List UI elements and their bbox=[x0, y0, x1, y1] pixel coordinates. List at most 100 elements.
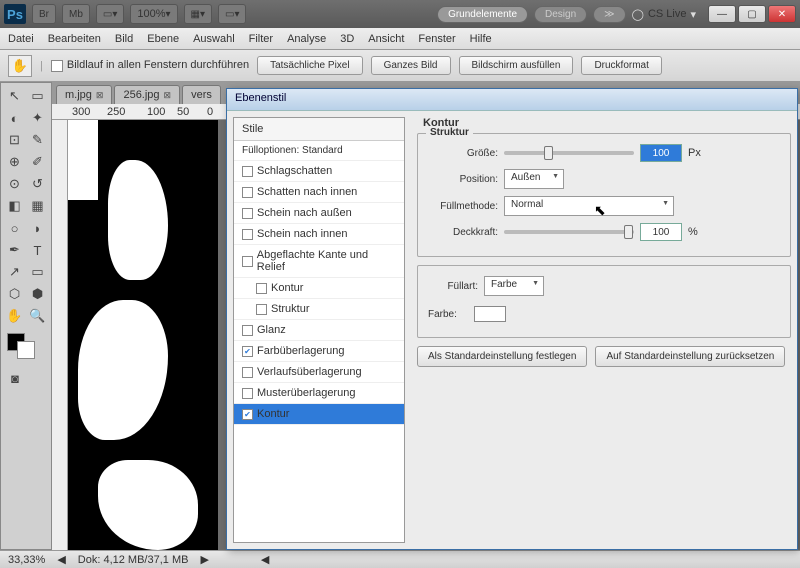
struktur-legend: Struktur bbox=[426, 127, 473, 138]
type-tool[interactable]: T bbox=[26, 239, 49, 261]
toolbox: ↖▭ ◐✦ ⊡✎ ⊕✐ ⊙↺ ◧▦ ○◗ ✒T ↗▭ ⬡⬢ ✋🔍 ◙ bbox=[0, 82, 52, 550]
stamp-tool[interactable]: ⊙ bbox=[3, 173, 26, 195]
fillart-label: Füllart: bbox=[428, 281, 478, 292]
menu-bearbeiten[interactable]: Bearbeiten bbox=[48, 33, 101, 45]
status-bar: 33,33% ◀ Dok: 4,12 MB/37,1 MB ▶ ◀ bbox=[0, 550, 800, 568]
dodge-tool[interactable]: ◗ bbox=[26, 217, 49, 239]
fillmode-dropdown[interactable]: Normal bbox=[504, 196, 674, 216]
style-item[interactable]: Schlagschatten bbox=[234, 161, 404, 182]
style-item[interactable]: Verlaufsüberlagerung bbox=[234, 362, 404, 383]
view-mode-button[interactable]: ▭▾ bbox=[96, 4, 124, 24]
menu-auswahl[interactable]: Auswahl bbox=[193, 33, 235, 45]
app-logo: Ps bbox=[4, 4, 26, 24]
zoom-level[interactable]: 100% ▾ bbox=[130, 4, 177, 24]
status-doc: Dok: 4,12 MB/37,1 MB bbox=[78, 554, 189, 566]
style-item-selected[interactable]: ✔Kontur bbox=[234, 404, 404, 425]
minimize-button[interactable]: — bbox=[708, 5, 736, 23]
menu-3d[interactable]: 3D bbox=[340, 33, 354, 45]
size-slider[interactable] bbox=[504, 151, 634, 155]
tab-3[interactable]: vers bbox=[182, 85, 221, 104]
history-brush-tool[interactable]: ↺ bbox=[26, 173, 49, 195]
shape-tool[interactable]: ▭ bbox=[26, 261, 49, 283]
arrange-button[interactable]: ▦▾ bbox=[184, 4, 212, 24]
position-label: Position: bbox=[428, 174, 498, 185]
menu-ebene[interactable]: Ebene bbox=[147, 33, 179, 45]
fillart-dropdown[interactable]: Farbe bbox=[484, 276, 544, 296]
close-button[interactable]: ✕ bbox=[768, 5, 796, 23]
maximize-button[interactable]: ▢ bbox=[738, 5, 766, 23]
wand-tool[interactable]: ✦ bbox=[26, 107, 49, 129]
style-sub-item[interactable]: Struktur bbox=[234, 299, 404, 320]
br-button[interactable]: Br bbox=[32, 4, 56, 24]
size-unit: Px bbox=[688, 147, 701, 159]
style-list-header[interactable]: Stile bbox=[234, 118, 404, 141]
3d-tool[interactable]: ⬡ bbox=[3, 283, 26, 305]
style-item[interactable]: Schein nach außen bbox=[234, 203, 404, 224]
marquee-tool[interactable]: ▭ bbox=[26, 85, 49, 107]
workspace-more[interactable]: ≫ bbox=[593, 6, 625, 23]
cs-live[interactable]: ◯ CS Live ▾ bbox=[632, 8, 696, 21]
actual-pixels-button[interactable]: Tatsächliche Pixel bbox=[257, 56, 362, 75]
screen-mode-button[interactable]: ▭▾ bbox=[218, 4, 246, 24]
status-arrow-icon[interactable]: ▶ bbox=[200, 553, 208, 566]
style-item[interactable]: ✔Farbüberlagerung bbox=[234, 341, 404, 362]
fill-screen-button[interactable]: Bildschirm ausfüllen bbox=[459, 56, 574, 75]
crop-tool[interactable]: ⊡ bbox=[3, 129, 26, 151]
tab-1[interactable]: m.jpg⊠ bbox=[56, 85, 112, 104]
print-size-button[interactable]: Druckformat bbox=[581, 56, 661, 75]
scroll-left2-icon[interactable]: ◀ bbox=[261, 553, 269, 566]
fill-options-item[interactable]: Fülloptionen: Standard bbox=[234, 141, 404, 161]
style-item[interactable]: Musterüberlagerung bbox=[234, 383, 404, 404]
color-well[interactable] bbox=[474, 306, 506, 322]
blur-tool[interactable]: ○ bbox=[3, 217, 26, 239]
gradient-tool[interactable]: ▦ bbox=[26, 195, 49, 217]
style-sub-item[interactable]: Kontur bbox=[234, 278, 404, 299]
workspace-grundelemente[interactable]: Grundelemente bbox=[437, 6, 528, 23]
pen-tool[interactable]: ✒ bbox=[3, 239, 26, 261]
menu-bar: Datei Bearbeiten Bild Ebene Auswahl Filt… bbox=[0, 28, 800, 50]
eyedropper-tool[interactable]: ✎ bbox=[26, 129, 49, 151]
scroll-left-icon[interactable]: ◀ bbox=[57, 553, 65, 566]
style-item[interactable]: Glanz bbox=[234, 320, 404, 341]
workspace-design[interactable]: Design bbox=[534, 6, 587, 23]
menu-filter[interactable]: Filter bbox=[249, 33, 273, 45]
hand-tool[interactable]: ✋ bbox=[3, 305, 26, 327]
position-dropdown[interactable]: Außen bbox=[504, 169, 564, 189]
opacity-slider[interactable] bbox=[504, 230, 634, 234]
close-icon[interactable]: ⊠ bbox=[164, 90, 172, 101]
hand-tool-icon[interactable]: ✋ bbox=[8, 55, 32, 77]
reset-default-button[interactable]: Auf Standardeinstellung zurücksetzen bbox=[595, 346, 785, 367]
menu-fenster[interactable]: Fenster bbox=[418, 33, 455, 45]
brush-tool[interactable]: ✐ bbox=[26, 151, 49, 173]
menu-hilfe[interactable]: Hilfe bbox=[470, 33, 492, 45]
move-tool[interactable]: ↖ bbox=[3, 85, 26, 107]
style-item[interactable]: Abgeflachte Kante und Relief bbox=[234, 245, 404, 278]
style-item[interactable]: Schatten nach innen bbox=[234, 182, 404, 203]
size-input[interactable] bbox=[640, 144, 682, 162]
lasso-tool[interactable]: ◐ bbox=[3, 107, 26, 129]
zoom-tool[interactable]: 🔍 bbox=[26, 305, 49, 327]
canvas[interactable] bbox=[68, 120, 218, 550]
menu-bild[interactable]: Bild bbox=[115, 33, 133, 45]
color-swatch[interactable] bbox=[3, 333, 49, 363]
path-tool[interactable]: ↗ bbox=[3, 261, 26, 283]
save-default-button[interactable]: Als Standardeinstellung festlegen bbox=[417, 346, 587, 367]
struktur-fieldset: Struktur Größe: Px Position: Außen Füllm… bbox=[417, 133, 791, 257]
opacity-unit: % bbox=[688, 226, 698, 238]
close-icon[interactable]: ⊠ bbox=[96, 90, 104, 101]
fit-screen-button[interactable]: Ganzes Bild bbox=[371, 56, 451, 75]
3d-camera-tool[interactable]: ⬢ bbox=[26, 283, 49, 305]
menu-ansicht[interactable]: Ansicht bbox=[368, 33, 404, 45]
color-label: Farbe: bbox=[428, 309, 468, 320]
scroll-all-checkbox[interactable]: Bildlauf in allen Fenstern durchführen bbox=[51, 59, 249, 71]
mb-button[interactable]: Mb bbox=[62, 4, 90, 24]
opacity-input[interactable] bbox=[640, 223, 682, 241]
status-zoom[interactable]: 33,33% bbox=[8, 554, 45, 566]
quickmask-tool[interactable]: ◙ bbox=[3, 367, 27, 389]
menu-datei[interactable]: Datei bbox=[8, 33, 34, 45]
tab-2[interactable]: 256.jpg⊠ bbox=[114, 85, 180, 104]
style-item[interactable]: Schein nach innen bbox=[234, 224, 404, 245]
menu-analyse[interactable]: Analyse bbox=[287, 33, 326, 45]
heal-tool[interactable]: ⊕ bbox=[3, 151, 26, 173]
eraser-tool[interactable]: ◧ bbox=[3, 195, 26, 217]
